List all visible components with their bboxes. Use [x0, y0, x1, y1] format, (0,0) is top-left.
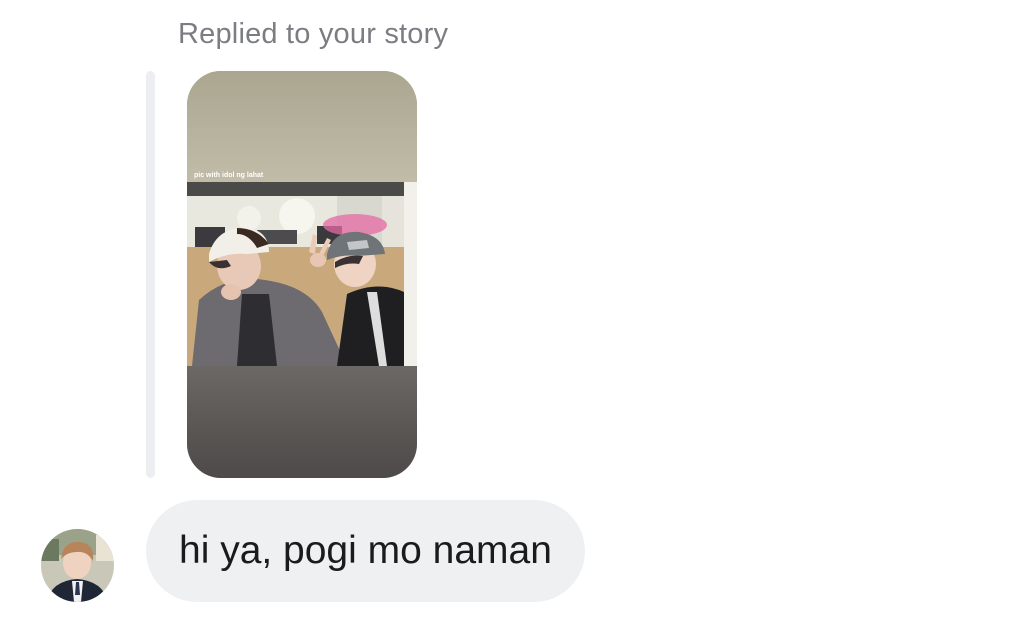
message-bubble[interactable]: hi ya, pogi mo naman	[146, 500, 585, 602]
story-preview-card[interactable]: pic with idol ng lahat	[187, 71, 417, 478]
story-top-band	[187, 71, 417, 182]
message-row: hi ya, pogi mo naman	[0, 498, 1024, 604]
story-photo-image	[187, 182, 417, 366]
avatar-photo-icon	[41, 529, 114, 602]
chat-screen: Replied to your story pic with idol ng l…	[0, 0, 1024, 628]
sender-avatar[interactable]	[41, 529, 114, 602]
story-photo	[187, 182, 417, 366]
quote-bar	[146, 71, 155, 478]
story-caption: pic with idol ng lahat	[194, 172, 264, 179]
message-text: hi ya, pogi mo naman	[179, 529, 552, 572]
story-reply-label: Replied to your story	[178, 18, 449, 50]
story-bottom-band	[187, 366, 417, 478]
